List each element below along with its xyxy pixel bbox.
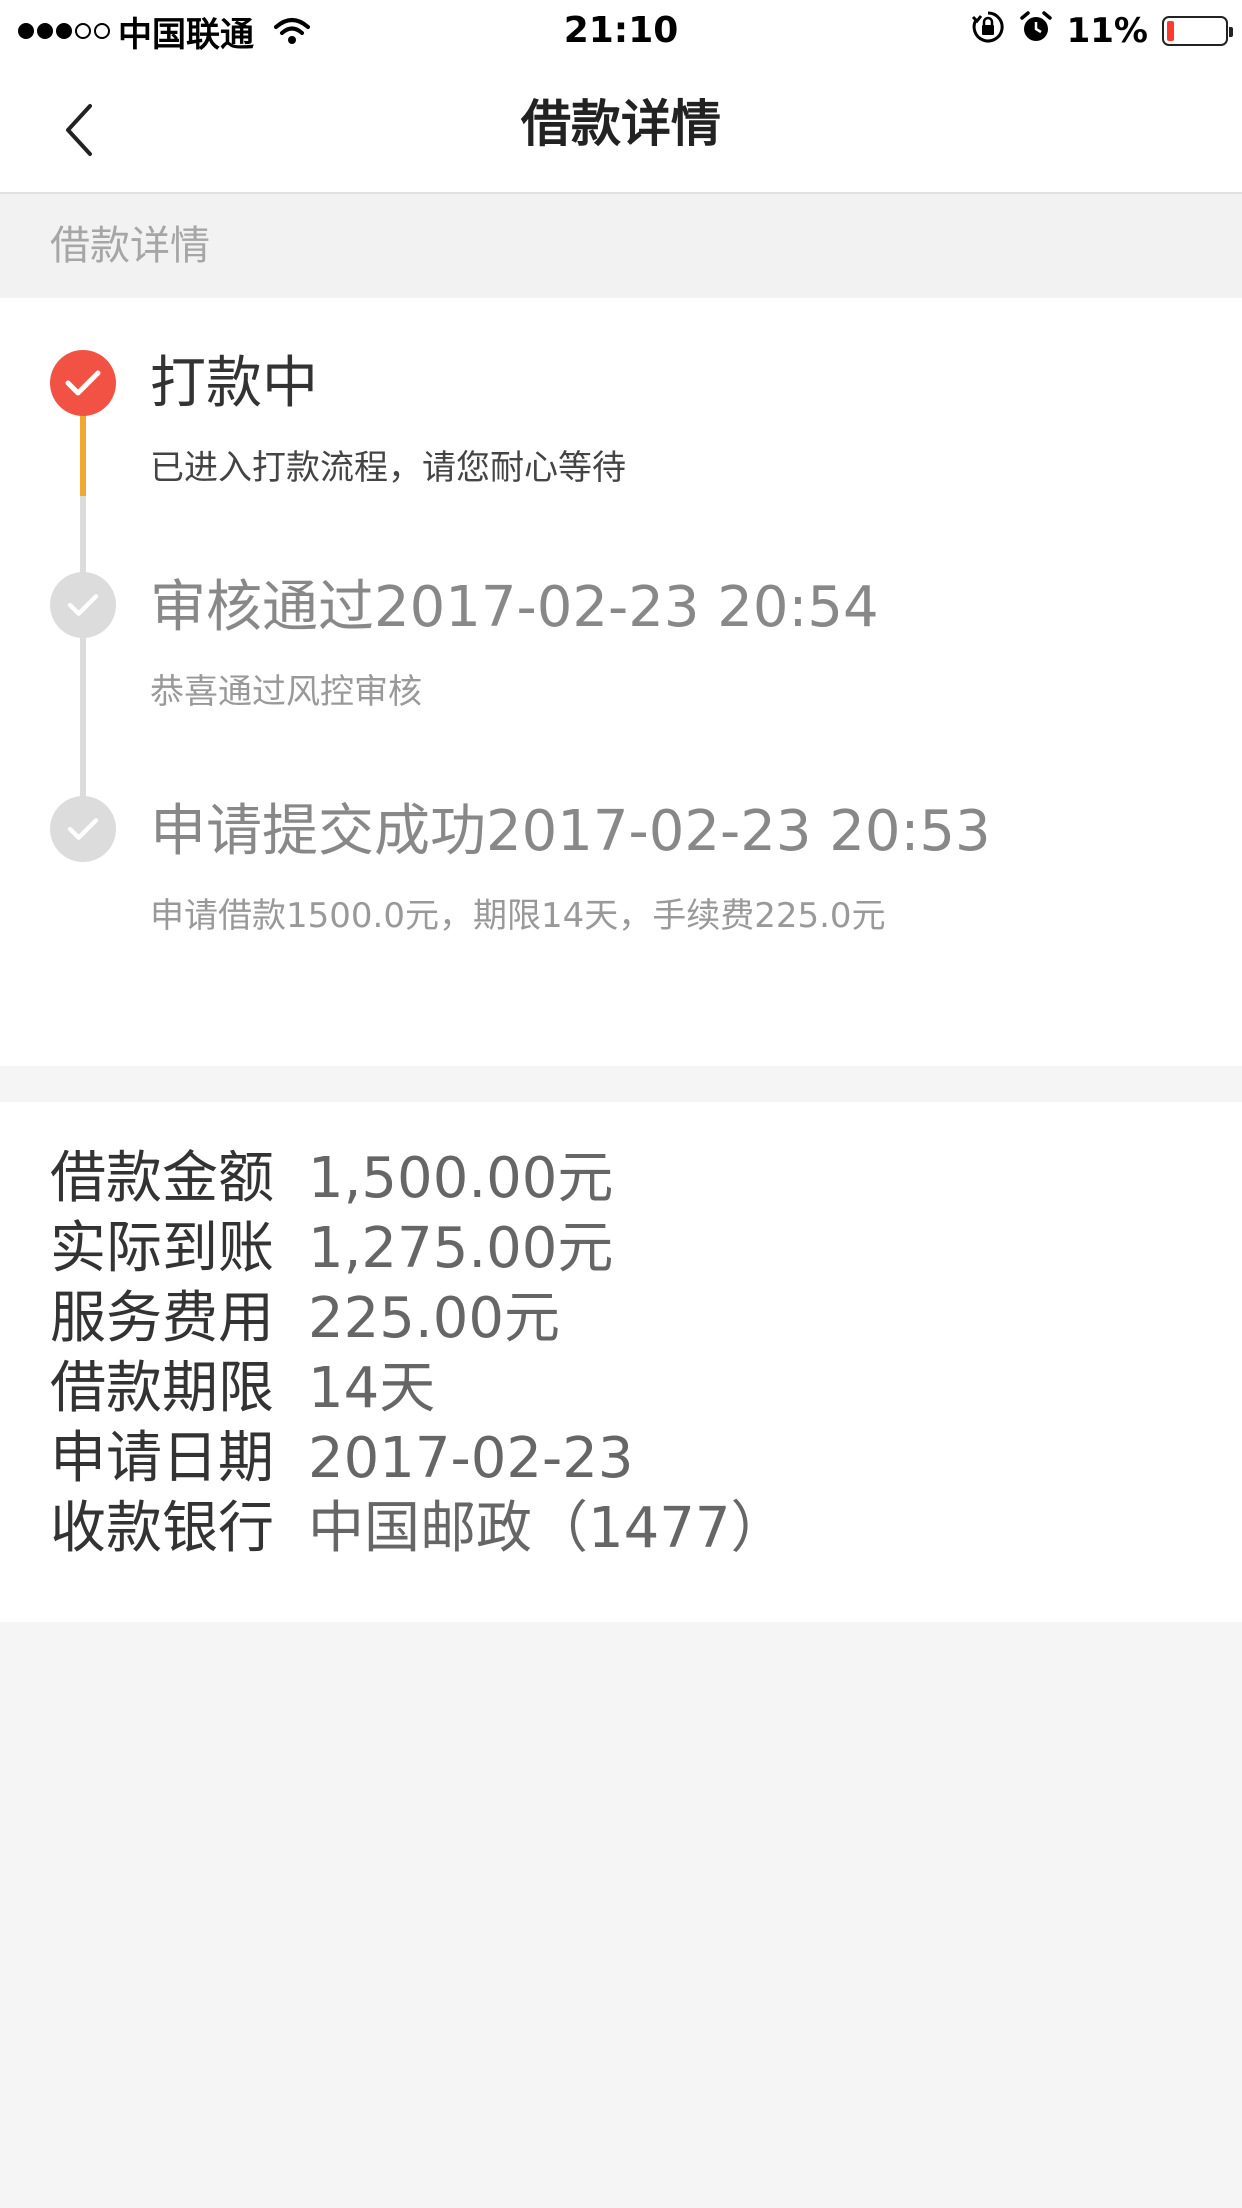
status-bar: 中国联通 21:10 11% <box>0 0 1242 62</box>
timeline-connector <box>80 496 86 576</box>
detail-label: 借款金额 <box>50 1146 274 1211</box>
battery-percent: 11% <box>1066 11 1148 51</box>
detail-value: 1,275.00元 <box>308 1216 614 1281</box>
timeline-step-title: 打款中 <box>150 351 318 416</box>
navigation-bar: 借款详情 <box>0 62 1242 194</box>
detail-label: 申请日期 <box>50 1426 274 1491</box>
timeline-step-done-icon <box>50 796 116 862</box>
detail-row-receiving-bank: 收款银行 中国邮政（1477） <box>50 1494 787 1564</box>
page-title: 借款详情 <box>521 95 721 153</box>
timeline-step-description: 申请借款1500.0元，期限14天，手续费225.0元 <box>150 896 886 936</box>
detail-row-loan-amount: 借款金额 1,500.00元 <box>50 1144 613 1214</box>
detail-label: 收款银行 <box>50 1496 274 1561</box>
detail-row-service-fee: 服务费用 225.00元 <box>50 1284 560 1354</box>
timeline-step-active-icon <box>50 350 116 416</box>
detail-value: 1,500.00元 <box>308 1146 614 1211</box>
detail-label: 实际到账 <box>50 1216 274 1281</box>
loan-progress-timeline: 打款中 已进入打款流程，请您耐心等待 审核通过2017-02-23 20:54 … <box>0 298 1242 1066</box>
section-header: 借款详情 <box>0 194 1242 298</box>
timeline-step-description: 恭喜通过风控审核 <box>150 672 422 712</box>
status-right-group: 11% <box>971 0 1233 62</box>
checkmark-icon <box>65 370 101 396</box>
loan-details-card: 借款金额 1,500.00元 实际到账 1,275.00元 服务费用 225.00元 … <box>0 1102 1242 1622</box>
detail-row-application-date: 申请日期 2017-02-23 <box>50 1424 633 1494</box>
timeline-step-title: 申请提交成功2017-02-23 20:53 <box>150 799 991 864</box>
detail-row-loan-term: 借款期限 14天 <box>50 1354 435 1424</box>
timeline-step-description: 已进入打款流程，请您耐心等待 <box>150 448 626 488</box>
timeline-step-title: 审核通过2017-02-23 20:54 <box>150 575 879 640</box>
alarm-clock-icon <box>1019 10 1053 53</box>
rotation-lock-icon <box>971 10 1005 53</box>
chevron-left-icon <box>66 104 92 156</box>
detail-value: 中国邮政（1477） <box>308 1496 787 1561</box>
section-header-label: 借款详情 <box>50 223 210 269</box>
checkmark-icon <box>67 594 99 616</box>
detail-value: 14天 <box>308 1356 436 1421</box>
detail-value: 2017-02-23 <box>308 1426 634 1491</box>
detail-label: 服务费用 <box>50 1286 274 1351</box>
checkmark-icon <box>67 818 99 840</box>
battery-icon <box>1162 16 1233 46</box>
battery-fill <box>1167 21 1174 41</box>
timeline-step-done-icon <box>50 572 116 638</box>
back-button[interactable] <box>50 100 110 160</box>
detail-row-actual-received: 实际到账 1,275.00元 <box>50 1214 613 1284</box>
detail-label: 借款期限 <box>50 1356 274 1421</box>
detail-value: 225.00元 <box>308 1286 560 1351</box>
